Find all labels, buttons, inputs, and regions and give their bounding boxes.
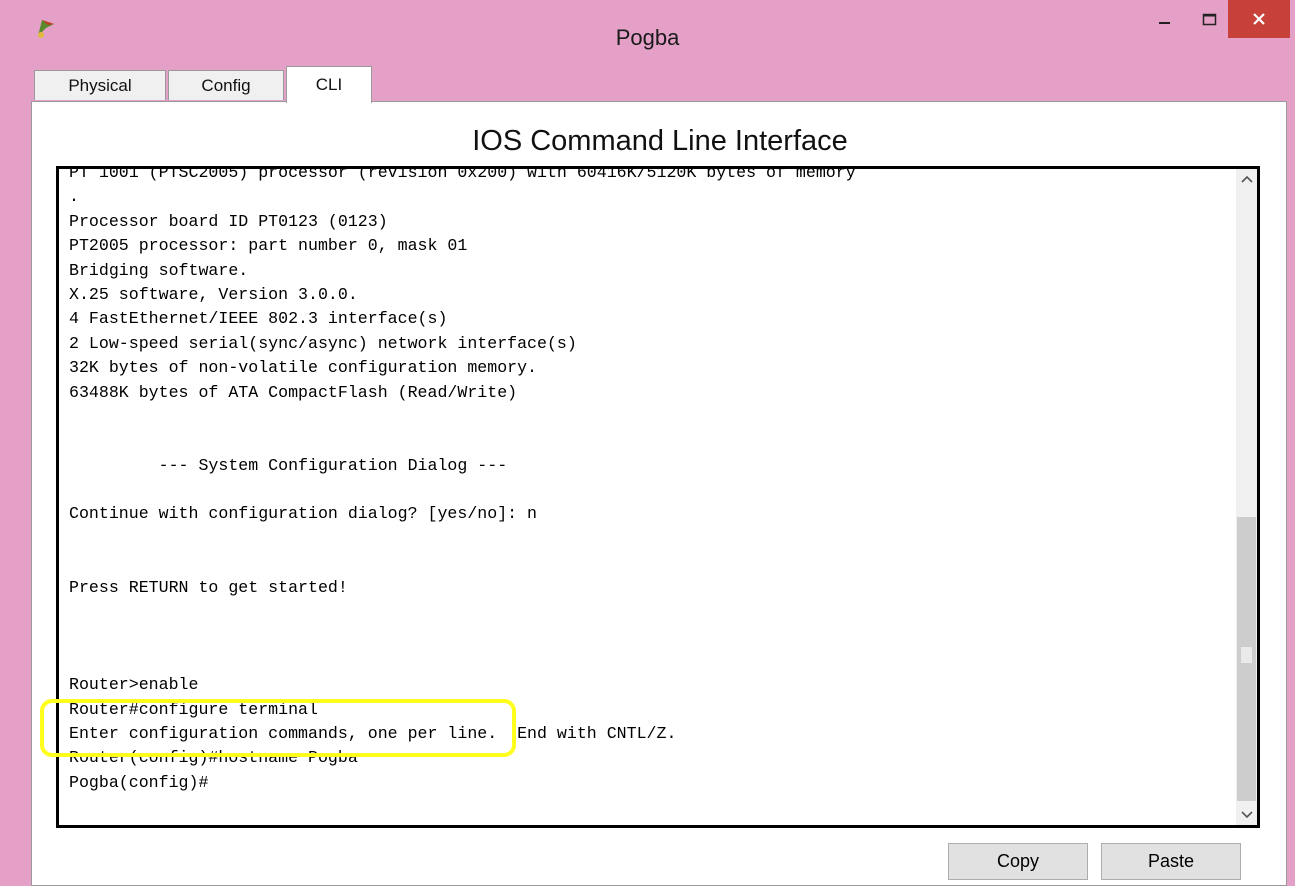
terminal-line: PT 1001 (PTSC2005) processor (revision 0… [69, 166, 856, 182]
minimize-icon [1159, 22, 1170, 24]
window-title: Pogba [615, 25, 680, 50]
terminal-output[interactable]: PT 1001 (PTSC2005) processor (revision 0… [69, 166, 1209, 795]
maximize-button[interactable] [1190, 4, 1230, 36]
close-button[interactable] [1228, 0, 1290, 38]
tab-bar: Physical Config CLI [31, 64, 1287, 103]
terminal-line: Router(config)#hostname Pogba [69, 748, 358, 768]
tab-config[interactable]: Config [168, 70, 284, 100]
packet-tracer-window: Pogba Physical Config CLI IOS Command Li… [0, 0, 1295, 886]
scroll-thumb-grip [1241, 647, 1252, 663]
terminal-line: Router>enable [69, 675, 199, 695]
terminal-line: --- System Configuration Dialog --- [69, 455, 508, 475]
terminal-line: Press RETURN to get started! [69, 577, 348, 597]
terminal-line: Router#configure terminal [69, 699, 318, 719]
terminal-line: 32K bytes of non-volatile configuration … [69, 358, 538, 378]
cli-panel: IOS Command Line Interface PT 1001 (PTSC… [31, 101, 1287, 886]
terminal-line: 63488K bytes of ATA CompactFlash (Read/W… [69, 382, 518, 402]
terminal-line: Processor board ID PT0123 (0123) [69, 211, 388, 231]
close-icon [1253, 13, 1265, 25]
vertical-scrollbar[interactable] [1236, 169, 1257, 825]
chevron-up-icon [1240, 175, 1253, 183]
scroll-thumb[interactable] [1237, 517, 1256, 801]
terminal-line: Bridging software. [69, 260, 249, 280]
paste-button[interactable]: Paste [1101, 843, 1241, 880]
terminal-line: X.25 software, Version 3.0.0. [69, 284, 358, 304]
tab-physical[interactable]: Physical [34, 70, 166, 100]
terminal-line: . [69, 187, 79, 207]
scroll-up-button[interactable] [1236, 169, 1257, 189]
terminal-line: Continue with configuration dialog? [yes… [69, 504, 538, 524]
terminal-line: PT2005 processor: part number 0, mask 01 [69, 236, 468, 256]
terminal-line: 4 FastEthernet/IEEE 802.3 interface(s) [69, 309, 448, 329]
scroll-down-button[interactable] [1236, 805, 1257, 825]
copy-button[interactable]: Copy [948, 843, 1088, 880]
maximize-icon [1202, 13, 1217, 26]
cli-heading: IOS Command Line Interface [472, 125, 848, 157]
terminal-line: 2 Low-speed serial(sync/async) network i… [69, 333, 577, 353]
tab-cli[interactable]: CLI [286, 66, 372, 103]
cli-terminal[interactable]: PT 1001 (PTSC2005) processor (revision 0… [56, 166, 1260, 828]
terminal-line: Pogba(config)# [69, 772, 209, 792]
title-bar[interactable]: Pogba [0, 0, 1295, 56]
chevron-down-icon [1240, 811, 1253, 819]
terminal-line: Enter configuration commands, one per li… [69, 723, 677, 743]
minimize-button[interactable] [1145, 4, 1185, 36]
